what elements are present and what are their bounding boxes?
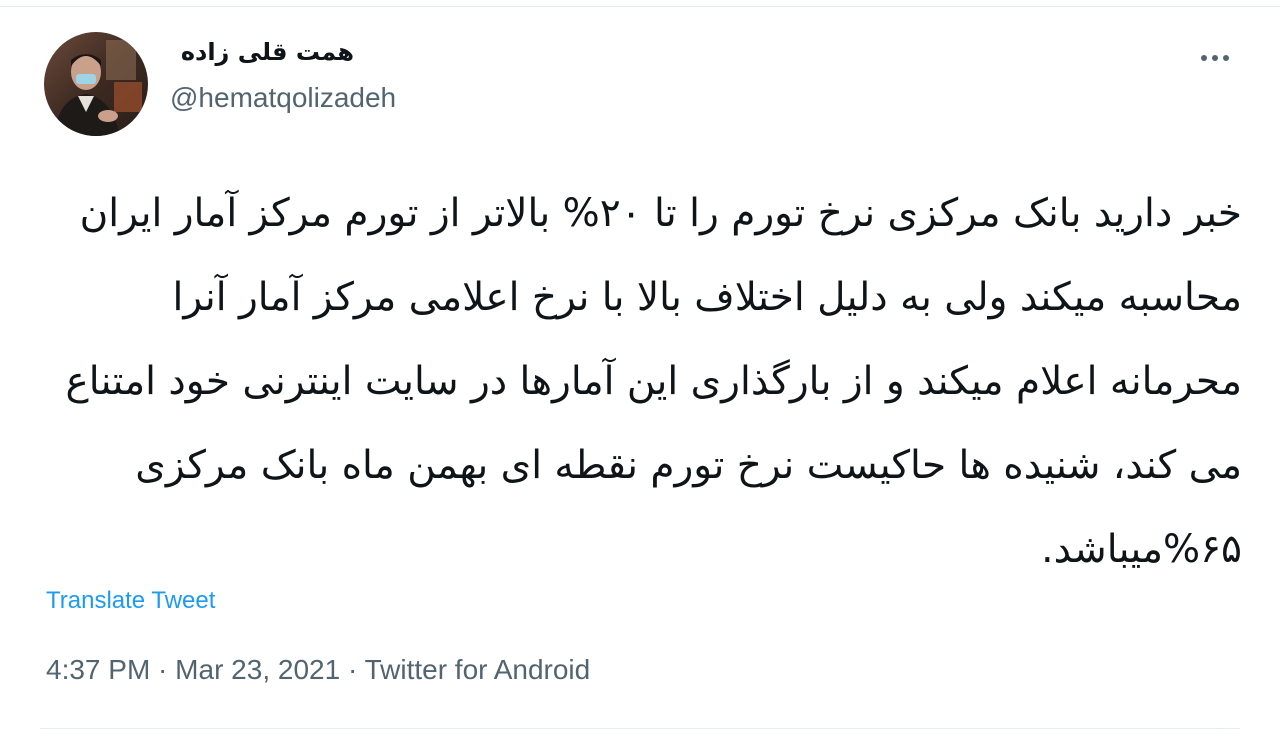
separator-dot: · (150, 654, 176, 685)
tweet-time[interactable]: 4:37 PM (46, 654, 150, 685)
avatar[interactable] (44, 32, 148, 136)
tweet-source[interactable]: Twitter for Android (365, 654, 591, 685)
tweet-text: خبر دارید بانک مرکزی نرخ تورم را تا ۲۰% … (65, 191, 1242, 572)
author-handle[interactable]: @hematqolizadeh (170, 82, 396, 114)
avatar-photo (44, 32, 148, 136)
more-options-button[interactable] (1196, 44, 1236, 72)
top-divider (0, 6, 1280, 7)
tweet-metadata: 4:37 PM · Mar 23, 2021 · Twitter for And… (46, 654, 590, 686)
translate-tweet-link[interactable]: Translate Tweet (46, 587, 215, 615)
more-horizontal-icon (1201, 55, 1229, 61)
tweet-date[interactable]: Mar 23, 2021 (175, 654, 340, 685)
separator-dot: · (340, 654, 365, 685)
author-display-name[interactable]: همت قلی زاده (181, 38, 354, 66)
bottom-divider (40, 728, 1240, 729)
